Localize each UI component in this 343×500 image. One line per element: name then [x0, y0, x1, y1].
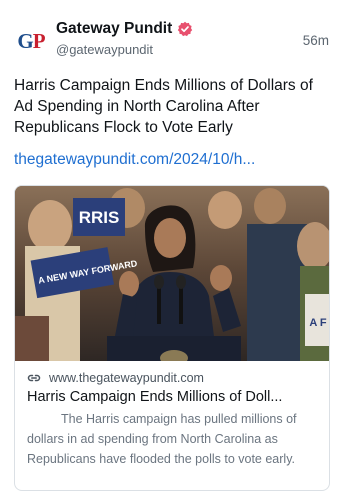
verified-badge-icon	[178, 21, 193, 37]
card-domain: www.thegatewaypundit.com	[49, 371, 204, 385]
author-handle[interactable]: @gatewaypundit	[56, 42, 153, 57]
card-image: RRIS A NEW WAY FORWARD A F	[15, 186, 329, 361]
link-preview-card[interactable]: RRIS A NEW WAY FORWARD A F www.thegatewa…	[14, 185, 330, 491]
author-name-row: Gateway Pundit	[56, 20, 193, 38]
post-text: Harris Campaign Ends Millions of Dollars…	[14, 77, 313, 136]
post-container: GP Gateway Pundit @gatewaypundit 56m Har…	[0, 0, 343, 500]
card-image-photo: RRIS A NEW WAY FORWARD A F	[15, 186, 329, 361]
avatar-logo: GP	[17, 28, 45, 53]
card-title[interactable]: Harris Campaign Ends Millions of Doll...	[27, 389, 319, 405]
card-domain-row: www.thegatewaypundit.com	[27, 370, 319, 386]
image-sign-right: A F	[309, 317, 327, 329]
card-description: The Harris campaign has pulled millions …	[27, 412, 297, 466]
post-timestamp[interactable]: 56m	[303, 33, 329, 48]
post-header: GP Gateway Pundit @gatewaypundit 56m	[14, 18, 329, 62]
author-display-name[interactable]: Gateway Pundit	[56, 20, 172, 38]
post-link[interactable]: thegatewaypundit.com/2024/10/h...	[14, 151, 255, 169]
card-body: www.thegatewaypundit.com Harris Campaign…	[27, 370, 319, 469]
link-icon	[27, 374, 41, 382]
image-sign-rris: RRIS	[79, 208, 120, 227]
avatar[interactable]: GP	[14, 26, 48, 56]
